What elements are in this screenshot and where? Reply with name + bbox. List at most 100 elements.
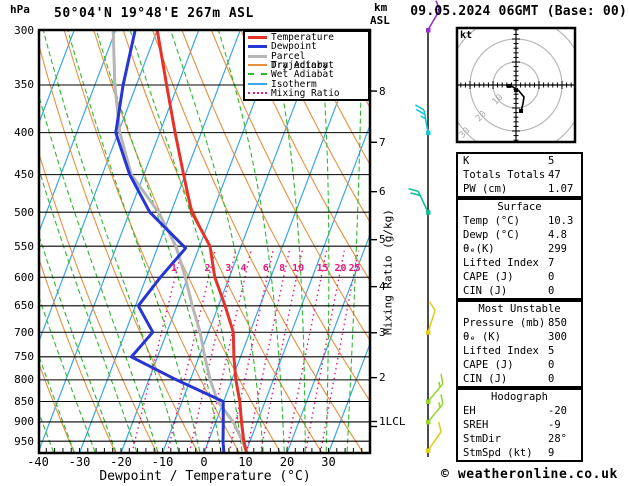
hodograph-trace-dot <box>519 109 523 113</box>
info-panel-row-value: 1.07 <box>548 182 573 196</box>
info-panel-row: StmDir 28° <box>458 432 581 446</box>
info-panel-row: Temp (°C)10.3 <box>458 214 581 228</box>
legend: TemperatureDewpointParcel TrajectoryDry … <box>243 30 370 101</box>
info-panel-row-label: θₑ (K) <box>463 330 501 344</box>
km-tick-label: 4 <box>379 280 386 293</box>
mixing-ratio-line <box>167 251 215 453</box>
mixing-ratio-line <box>286 251 326 453</box>
info-panel-row-value: 0 <box>548 284 554 298</box>
info-panel-section: K5Totals Totals47PW (cm)1.07 <box>456 152 583 198</box>
info-panel-row-label: PW (cm) <box>463 182 507 196</box>
temperature-tick-label: 0 <box>184 455 224 469</box>
pressure-tick-label: 750 <box>6 350 34 363</box>
hodograph-ring-label: 10 <box>491 93 506 108</box>
info-panel-row: Pressure (mb)850 <box>458 316 581 330</box>
info-panel-row: StmSpd (kt)9 <box>458 446 581 460</box>
legend-swatch-dotted <box>248 92 267 94</box>
info-panel-row: Lifted Index7 <box>458 256 581 270</box>
info-panel-row-label: CAPE (J) <box>463 358 514 372</box>
station-title: 50°04'N 19°48'E 267m ASL <box>54 6 254 21</box>
temperature-tick-label: 30 <box>309 455 349 469</box>
mixing-ratio-value-label: 3 <box>225 263 231 274</box>
info-panel-row: θₑ (K)300 <box>458 330 581 344</box>
isotherm-line <box>80 30 241 453</box>
pressure-tick-label: 900 <box>6 415 34 428</box>
info-panel-row: CIN (J)0 <box>458 284 581 298</box>
temperature-tick-label: 10 <box>226 455 266 469</box>
info-panel-row-label: K <box>463 154 469 168</box>
hodograph-trace-dot <box>514 88 518 92</box>
legend-label: Mixing Ratio <box>271 89 340 98</box>
info-panel-section-header: Hodograph <box>458 390 581 404</box>
pressure-tick-label: 350 <box>6 78 34 91</box>
pressure-tick-label: 650 <box>6 299 34 312</box>
info-panel-section: Most UnstablePressure (mb)850θₑ (K)300Li… <box>456 300 583 388</box>
km-tick-label: 8 <box>379 85 386 98</box>
info-panel-row-value: 28° <box>548 432 567 446</box>
pressure-unit-label: hPa <box>10 3 30 16</box>
km-tick-label: 2 <box>379 371 386 384</box>
hodograph-ring-label: 30 <box>458 126 473 141</box>
info-panel-row-label: Lifted Index <box>463 256 539 270</box>
mixing-ratio-value-label: 6 <box>263 263 269 274</box>
mixing-ratio-value-label: 15 <box>317 263 329 274</box>
info-panel-row-value: 0 <box>548 358 554 372</box>
km-tick-label: 3 <box>379 326 386 339</box>
temperature-tick-label: 20 <box>267 455 307 469</box>
info-panel-row-label: StmDir <box>463 432 501 446</box>
pressure-tick-label: 800 <box>6 373 34 386</box>
pressure-tick-label: 500 <box>6 206 34 219</box>
legend-swatch-solid <box>248 55 267 58</box>
info-panel-row-label: EH <box>463 404 476 418</box>
info-panel-row-label: CAPE (J) <box>463 270 514 284</box>
altitude-unit-km-label: km <box>374 1 387 14</box>
x-axis-title: Dewpoint / Temperature (°C) <box>39 469 371 484</box>
info-panel-row-value: 47 <box>548 168 561 182</box>
info-panel-row: SREH-9 <box>458 418 581 432</box>
credit-footer: © weatheronline.co.uk <box>441 467 618 482</box>
info-panel-row-label: CIN (J) <box>463 372 507 386</box>
temperature-tick-label: -40 <box>18 455 58 469</box>
temperature-tick-label: -20 <box>101 455 141 469</box>
info-panel-row: PW (cm) 1.07 <box>458 182 581 196</box>
info-panel-row: CAPE (J) 0 <box>458 270 581 284</box>
info-panel-section: SurfaceTemp (°C)10.3Dewp (°C)4.8θₑ(K)299… <box>456 198 583 300</box>
pressure-tick-label: 950 <box>6 435 34 448</box>
mixing-ratio-value-label: 4 <box>240 263 246 274</box>
km-tick-label: 1LCL <box>379 415 406 428</box>
info-panel-section: HodographEH -20SREH-9StmDir 28°StmSpd (kt)… <box>456 388 583 462</box>
km-tick-label: 6 <box>379 185 386 198</box>
info-panel-row-label: Dewp (°C) <box>463 228 520 242</box>
legend-label: Wet Adiabat <box>271 70 334 79</box>
hodograph-trace-dot <box>507 84 511 88</box>
info-panel-section-header: Surface <box>458 200 581 214</box>
info-panel-row: θₑ(K)299 <box>458 242 581 256</box>
sounding-chart: 102030 hPa 50°04'N 19°48'E 267m ASL km A… <box>0 0 629 486</box>
info-panel-row-label: Temp (°C) <box>463 214 520 228</box>
pressure-tick-label: 600 <box>6 271 34 284</box>
info-panel-row: CIN (J) 0 <box>458 372 581 386</box>
info-panel-row-label: Lifted Index <box>463 344 539 358</box>
wind-barb <box>409 189 431 215</box>
legend-swatch-dashed <box>248 73 267 75</box>
pressure-tick-label: 700 <box>6 326 34 339</box>
info-panel-section-header: Most Unstable <box>458 302 581 316</box>
info-panel-row: Totals Totals47 <box>458 168 581 182</box>
hodograph-ring-label: 20 <box>474 109 489 124</box>
km-tick-label: 5 <box>379 233 386 246</box>
info-panel-row-value: 850 <box>548 316 567 330</box>
info-panel-row-value: 0 <box>548 372 554 386</box>
info-panel-row-label: θₑ(K) <box>463 242 495 256</box>
mixing-ratio-value-label: 10 <box>292 263 304 274</box>
pressure-tick-label: 550 <box>6 240 34 253</box>
hodograph-unit-label: kt <box>460 30 472 41</box>
info-panel-row-value: 0 <box>548 270 554 284</box>
mixing-ratio-value-label: 20 <box>334 263 346 274</box>
temperature-tick-label: -30 <box>60 455 100 469</box>
legend-item: Mixing Ratio <box>245 89 368 98</box>
legend-item: Wet Adiabat <box>245 70 368 79</box>
info-panel-row-value: 9 <box>548 446 554 460</box>
info-panel-row-value: -20 <box>548 404 567 418</box>
altitude-unit-asl-label: ASL <box>370 14 390 27</box>
legend-swatch-solid <box>248 45 267 48</box>
